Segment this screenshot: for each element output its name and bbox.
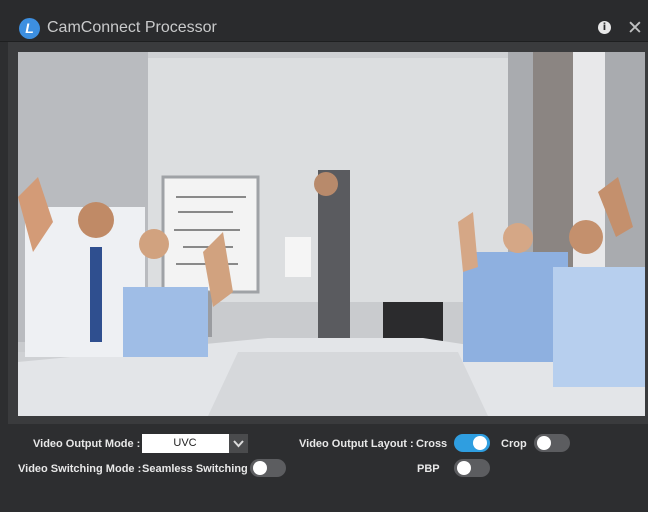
chevron-down-icon [233,440,244,448]
cross-label: Cross [416,438,448,450]
output-layout-label: Video Output Layout : [299,438,414,450]
video-preview-frame [8,42,648,424]
video-preview-image [18,52,645,416]
cross-toggle[interactable] [454,434,490,452]
output-mode-value: UVC [173,437,197,449]
seamless-switching-toggle[interactable] [250,459,286,477]
switching-mode-label: Video Switching Mode : [18,463,142,475]
crop-label: Crop [501,438,527,450]
output-mode-dropdown-button[interactable] [229,434,248,453]
close-icon[interactable]: ✕ [627,18,643,38]
video-preview [18,52,645,416]
window-title: CamConnect Processor [47,19,217,36]
output-mode-label: Video Output Mode : [33,438,141,450]
title-bar: L CamConnect Processor i ✕ [0,0,648,42]
pbp-toggle-knob [457,461,471,475]
seamless-switching-toggle-knob [253,461,267,475]
app-logo-icon: L [19,18,40,39]
switching-mode-value: Seamless Switching [142,463,248,475]
info-icon[interactable]: i [598,21,611,34]
output-mode-select[interactable]: UVC [142,434,248,453]
crop-toggle[interactable] [534,434,570,452]
pbp-label: PBP [417,463,440,475]
pbp-toggle[interactable] [454,459,490,477]
cross-toggle-knob [473,436,487,450]
crop-toggle-knob [537,436,551,450]
